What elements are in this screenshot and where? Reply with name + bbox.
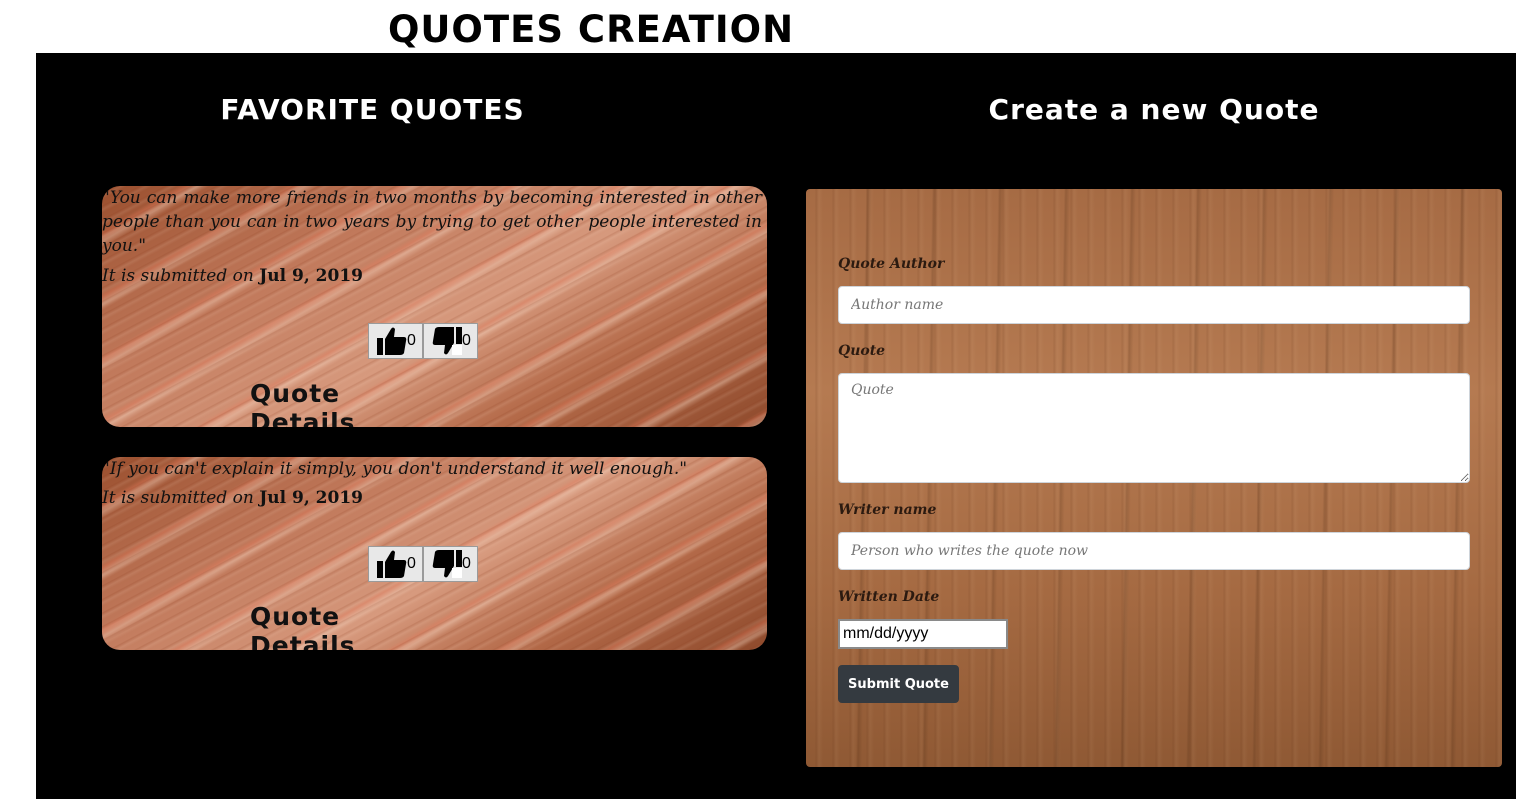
- upvote-count: 0: [407, 332, 416, 349]
- quote-text: "If you can't explain it simply, you don…: [102, 459, 688, 479]
- submitted-info: It is submitted on Jul 9, 2019: [102, 488, 363, 508]
- quote-textarea[interactable]: [838, 373, 1470, 483]
- downvote-count: 0: [462, 555, 471, 572]
- thumbs-up-icon: [377, 327, 407, 355]
- author-label: Quote Author: [838, 256, 945, 272]
- thumbs-down-icon: [432, 550, 463, 578]
- app-title: QUOTES CREATION: [387, 8, 795, 51]
- quote-text: "You can make more friends in two months…: [102, 188, 762, 256]
- submitted-date: Jul 9, 2019: [259, 488, 363, 508]
- create-quote-form: Quote Author Quote Writer name Written D…: [806, 189, 1502, 767]
- writer-input[interactable]: [838, 532, 1470, 570]
- downvote-count: 0: [462, 332, 471, 349]
- submit-quote-button[interactable]: Submit Quote: [838, 665, 959, 703]
- vote-row: 0 0: [368, 323, 478, 359]
- vote-row: 0 0: [368, 546, 478, 582]
- date-input[interactable]: mm/dd/yyyy: [838, 619, 1008, 649]
- submitted-prefix: It is submitted on: [102, 266, 254, 286]
- quote-card: "You can make more friends in two months…: [102, 186, 767, 427]
- create-quote-heading: Create a new Quote: [988, 93, 1320, 126]
- date-label: Written Date: [838, 589, 940, 605]
- upvote-button[interactable]: 0: [368, 546, 423, 582]
- quote-card: "If you can't explain it simply, you don…: [102, 457, 767, 650]
- submitted-date: Jul 9, 2019: [259, 266, 363, 286]
- upvote-button[interactable]: 0: [368, 323, 423, 359]
- thumbs-down-icon: [432, 327, 463, 355]
- writer-label: Writer name: [838, 502, 937, 518]
- main-panel: FAVORITE QUOTES Create a new Quote "You …: [36, 53, 1516, 799]
- quote-details-link[interactable]: Quote Details: [250, 602, 430, 650]
- submitted-info: It is submitted on Jul 9, 2019: [102, 266, 363, 286]
- downvote-button[interactable]: 0: [423, 546, 478, 582]
- favorites-heading: FAVORITE QUOTES: [220, 93, 525, 126]
- author-input[interactable]: [838, 286, 1470, 324]
- quote-details-link[interactable]: Quote Details: [250, 379, 430, 427]
- quote-label: Quote: [838, 343, 886, 359]
- upvote-count: 0: [407, 555, 416, 572]
- thumbs-up-icon: [377, 550, 407, 578]
- downvote-button[interactable]: 0: [423, 323, 478, 359]
- submitted-prefix: It is submitted on: [102, 488, 254, 508]
